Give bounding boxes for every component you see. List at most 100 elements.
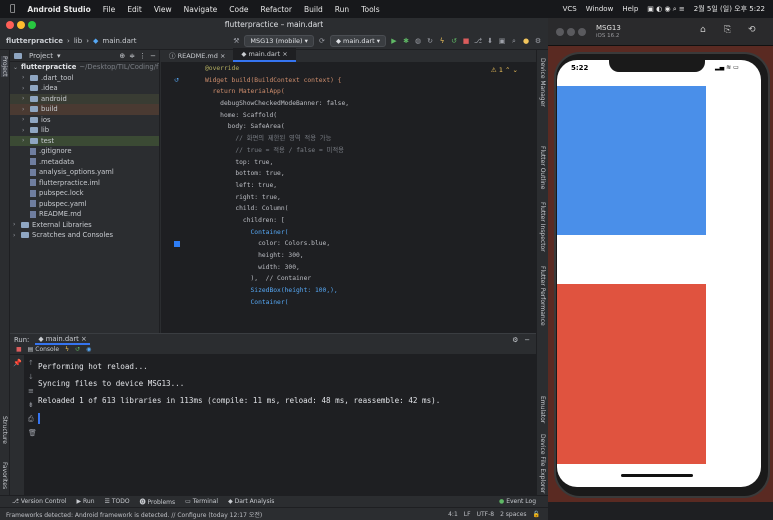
caret-position[interactable]: 4:1 <box>448 511 458 518</box>
structure-tool-tab[interactable]: Structure <box>1 416 8 444</box>
chevron-down-icon[interactable]: ▾ <box>57 52 61 60</box>
breadcrumb-lib[interactable]: lib <box>74 37 82 45</box>
emulator-tab[interactable]: Emulator <box>539 396 546 423</box>
gutter-cell[interactable] <box>161 157 201 169</box>
gutter-cell[interactable] <box>161 121 201 133</box>
project-tool-tab[interactable]: Project <box>1 56 8 77</box>
color-swatch-icon[interactable] <box>174 241 180 248</box>
home-indicator[interactable] <box>621 474 693 477</box>
flutter-outline-tab[interactable]: Flutter Outline <box>539 146 546 189</box>
line-separator[interactable]: LF <box>464 511 471 518</box>
search-icon[interactable]: ⌕ <box>510 37 518 45</box>
tree-item-pubspec-yaml[interactable]: pubspec.yaml <box>10 199 159 210</box>
tree-item-analysis-options-yaml[interactable]: analysis_options.yaml <box>10 167 159 178</box>
gutter-cell[interactable] <box>161 273 201 285</box>
rotate-icon[interactable]: ⟲ <box>748 25 756 35</box>
chevron-right-icon[interactable]: › <box>22 95 30 102</box>
tab-readme[interactable]: ⓘ README.md × <box>161 48 233 62</box>
close-window-icon[interactable] <box>6 21 14 29</box>
gutter-cell[interactable] <box>161 285 201 297</box>
favorites-tool-tab[interactable]: Favorites <box>1 462 8 489</box>
blue-container[interactable] <box>557 86 706 235</box>
menu-build[interactable]: Build <box>304 5 323 14</box>
gutter-cell[interactable] <box>161 227 201 239</box>
down-arrow-icon[interactable]: ↓ <box>28 373 34 381</box>
screenshot-icon[interactable]: ⎘ <box>724 25 731 35</box>
devtools-icon[interactable]: ◉ <box>86 346 91 353</box>
menu-edit[interactable]: Edit <box>127 5 142 14</box>
gutter-cell[interactable] <box>161 180 201 192</box>
git-icon[interactable]: ⎇ <box>474 37 482 45</box>
collapse-icon[interactable]: ≑ <box>129 52 135 60</box>
gutter-cell[interactable] <box>161 203 201 215</box>
code-area[interactable]: @override Widget build(BuildContext conte… <box>205 63 535 333</box>
gutter-cell[interactable] <box>161 98 201 110</box>
hot-reload-icon[interactable]: ϟ <box>65 346 69 353</box>
stop-icon[interactable]: ■ <box>462 37 470 45</box>
tree-item-lib[interactable]: › lib <box>10 125 159 136</box>
run-config-selector[interactable]: ◆ main.dart ▾ <box>329 34 386 47</box>
up-arrow-icon[interactable]: ↑ <box>28 359 34 367</box>
menu-file[interactable]: File <box>103 5 116 14</box>
gutter-cell[interactable] <box>161 250 201 262</box>
file-encoding[interactable]: UTF-8 <box>477 511 495 518</box>
options-icon[interactable]: ⋮ <box>139 52 146 60</box>
chevron-right-icon[interactable]: › <box>22 74 30 81</box>
flutter-inspector-tab[interactable]: Flutter Inspector <box>539 202 546 252</box>
zoom-window-icon[interactable] <box>578 28 586 36</box>
run-config-tab[interactable]: ◆ main.dart × <box>35 335 90 345</box>
tree-item-readme-md[interactable]: README.md <box>10 209 159 220</box>
gutter-cell[interactable] <box>161 86 201 98</box>
tree-item-ios[interactable]: › ios <box>10 115 159 126</box>
device-selector[interactable]: MSG13 (mobile) ▾ <box>244 34 314 47</box>
chevron-down-icon[interactable]: ⌄ <box>13 64 18 71</box>
gear-icon[interactable]: ⚙ <box>512 336 518 344</box>
tree-item-test[interactable]: › test <box>10 135 159 146</box>
menu-navigate[interactable]: Navigate <box>184 5 218 14</box>
gutter-cell[interactable] <box>161 168 201 180</box>
red-container[interactable] <box>557 284 706 464</box>
attach-icon[interactable]: ↻ <box>426 37 434 45</box>
gutter-cell[interactable] <box>161 262 201 274</box>
gutter-cell[interactable] <box>161 133 201 145</box>
tab-main-dart[interactable]: ◆ main.dart × <box>233 48 296 62</box>
sdk-manager-icon[interactable]: ⬇ <box>486 37 494 45</box>
gutter-cell[interactable] <box>161 297 201 309</box>
gutter-cell[interactable] <box>161 192 201 204</box>
chevron-right-icon[interactable]: › <box>13 232 21 239</box>
tree-item-android[interactable]: › android <box>10 93 159 104</box>
chevron-right-icon[interactable]: › <box>22 85 30 92</box>
tree-item-pubspec-lock[interactable]: pubspec.lock <box>10 188 159 199</box>
stop-icon[interactable]: ■ <box>16 346 22 353</box>
tree-item--idea[interactable]: › .idea <box>10 83 159 94</box>
gutter-cell[interactable] <box>161 238 201 250</box>
device-refresh-icon[interactable]: ⟳ <box>318 37 326 45</box>
gear-icon[interactable]: ⚙ <box>534 37 542 45</box>
print-icon[interactable]: ⎙ <box>28 415 34 424</box>
menubar-clock[interactable]: 2월 5일 (일) 오후 5:22 <box>694 4 765 14</box>
menu-tools[interactable]: Tools <box>361 5 379 14</box>
gutter-cell[interactable]: ↺ <box>161 75 201 87</box>
pin-icon[interactable]: 📌 <box>13 359 22 367</box>
apple-icon[interactable]:  <box>10 4 15 14</box>
menu-help[interactable]: Help <box>622 5 638 13</box>
scroll-end-icon[interactable]: ⇟ <box>28 401 34 409</box>
flutter-performance-tab[interactable]: Flutter Performance <box>539 266 546 326</box>
lock-icon[interactable]: 🔓 <box>533 511 540 518</box>
close-window-icon[interactable] <box>556 28 564 36</box>
tree-item--gitignore[interactable]: .gitignore <box>10 146 159 157</box>
hot-restart-icon[interactable]: ↺ <box>450 37 458 45</box>
menu-view[interactable]: View <box>154 5 172 14</box>
tree-item-build[interactable]: › build <box>10 104 159 115</box>
hot-reload-icon[interactable]: ϟ <box>438 37 446 45</box>
menu-run[interactable]: Run <box>335 5 349 14</box>
hot-restart-icon[interactable]: ↺ <box>75 346 80 353</box>
coverage-icon[interactable]: ◍ <box>414 37 422 45</box>
gutter-cell[interactable] <box>161 215 201 227</box>
tree-item--dart-tool[interactable]: › .dart_tool <box>10 73 159 84</box>
gutter-cell[interactable] <box>161 110 201 122</box>
status-message[interactable]: Frameworks detected: Android framework i… <box>6 510 442 519</box>
menu-vcs[interactable]: VCS <box>563 5 577 13</box>
tree-item-external-libraries[interactable]: › External Libraries <box>10 220 159 231</box>
console-tab[interactable]: ▤ Console <box>28 346 59 353</box>
